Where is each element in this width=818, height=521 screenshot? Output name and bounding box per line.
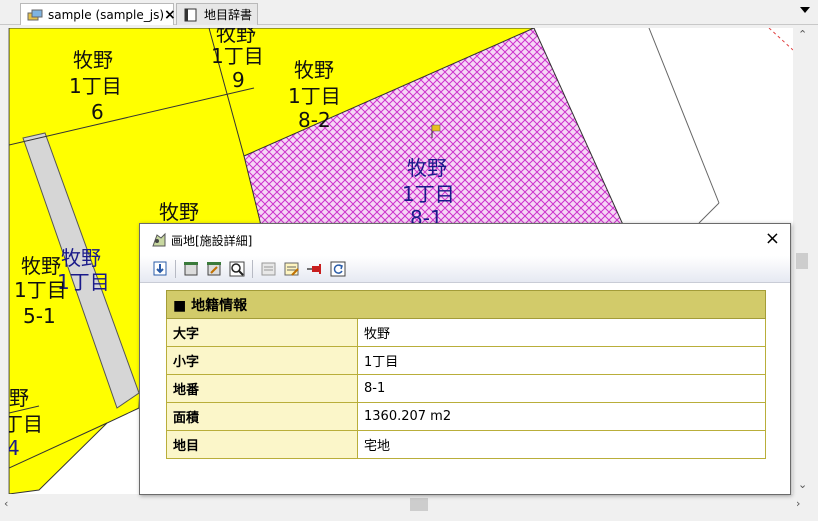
field-value: 宅地: [357, 430, 766, 459]
horizontal-scrollbar[interactable]: ‹ ›: [0, 496, 810, 513]
toolbar-separator: [175, 260, 176, 278]
list-edit-icon[interactable]: [283, 260, 301, 278]
table-row: 面積 1360.207 m2: [166, 402, 766, 431]
scroll-right-icon[interactable]: ›: [796, 497, 800, 510]
refresh-icon[interactable]: [329, 260, 347, 278]
toolbar-separator: [252, 260, 253, 278]
table-row: 地目 宅地: [166, 430, 766, 459]
facility-edit-icon[interactable]: [205, 260, 223, 278]
map-label: 8-2: [298, 108, 331, 132]
map-label: 1丁目: [14, 278, 67, 302]
table-row: 小字 1丁目: [166, 346, 766, 375]
tab-label: sample (sample_js): [48, 7, 165, 22]
dialog-title: 画地[施設詳細]: [171, 233, 253, 248]
vertical-scrollbar[interactable]: ⌃ ⌄: [794, 26, 810, 496]
map-label: 1丁目: [402, 182, 455, 206]
field-value: 1丁目: [357, 346, 766, 375]
map-label: 野: [9, 386, 29, 410]
map-label: 牧野: [294, 58, 334, 82]
field-label: 面積: [166, 402, 358, 431]
vertical-scroll-thumb[interactable]: [796, 253, 808, 269]
scroll-down-icon[interactable]: ⌄: [798, 478, 807, 491]
table-row: 大字 牧野: [166, 318, 766, 347]
dialog-toolbar: [140, 256, 790, 283]
map-label: 1丁目: [288, 84, 341, 108]
map-label: 1丁目: [211, 44, 264, 68]
map-label: 牧野: [159, 200, 199, 224]
field-label: 地目: [166, 430, 358, 459]
field-label: 大字: [166, 318, 358, 347]
export-icon[interactable]: [152, 260, 170, 278]
field-value: 牧野: [357, 318, 766, 347]
scroll-left-icon[interactable]: ‹: [4, 497, 8, 510]
section-header: ■ 地籍情報: [166, 290, 766, 319]
field-value: 1360.207 m2: [357, 402, 766, 431]
map-label: 牧野: [73, 48, 113, 72]
tab-list-dropdown-icon[interactable]: [800, 7, 810, 13]
table-row: 地番 8-1: [166, 374, 766, 403]
facility-detail-dialog: 画地[施設詳細] × ■ 地籍情報 大字 牧野 小字 1丁目 地番 8-1 面積…: [139, 223, 791, 495]
facility-icon[interactable]: [182, 260, 200, 278]
tab-label: 地目辞書: [204, 8, 253, 22]
map-label: 4: [8, 436, 20, 460]
field-label: 地番: [166, 374, 358, 403]
list-icon[interactable]: [260, 260, 278, 278]
search-icon[interactable]: [228, 260, 246, 278]
dialog-close-icon[interactable]: ×: [765, 230, 780, 248]
map-label: 牧野: [61, 246, 101, 270]
tab-close-icon[interactable]: ×: [164, 8, 176, 22]
map-label: 9: [232, 68, 245, 92]
scroll-up-icon[interactable]: ⌃: [798, 28, 807, 41]
map-label: 6: [91, 100, 104, 124]
horizontal-scroll-thumb[interactable]: [410, 498, 428, 511]
map-label: 牧野: [407, 156, 447, 180]
map-label: 1丁目: [69, 74, 122, 98]
tab-sample[interactable]: sample (sample_js) ×: [20, 3, 176, 25]
cadastral-info-table: ■ 地籍情報 大字 牧野 小字 1丁目 地番 8-1 面積 1360.207 m…: [166, 290, 766, 459]
map-label: 5-1: [23, 304, 56, 328]
parcel-map-icon: [151, 232, 167, 248]
dialog-title-bar[interactable]: 画地[施設詳細] ×: [140, 224, 790, 256]
field-value: 8-1: [357, 374, 766, 403]
field-label: 小字: [166, 346, 358, 375]
tab-bar: sample (sample_js) × 地目辞書: [0, 0, 818, 25]
map-layer-icon: [27, 8, 43, 22]
map-label: 丁目: [9, 412, 43, 436]
map-label: 牧野: [21, 254, 61, 278]
tab-chimoku-dictionary[interactable]: 地目辞書: [176, 3, 258, 25]
pin-icon[interactable]: [306, 260, 324, 278]
book-icon: [183, 8, 199, 22]
